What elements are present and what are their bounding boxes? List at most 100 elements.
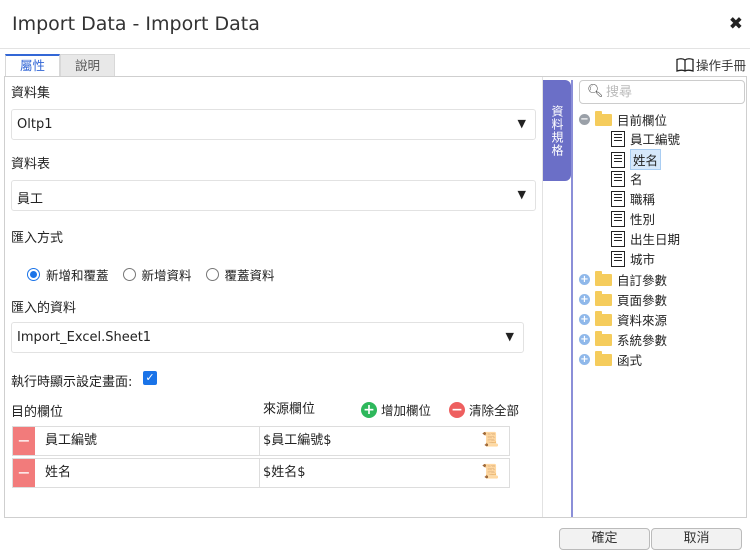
field-icon	[611, 151, 625, 168]
spec-panel-border	[571, 80, 573, 517]
manual-label: 操作手冊	[695, 58, 746, 73]
table-value: 員工	[17, 192, 44, 207]
tree-field-item[interactable]: 名	[611, 169, 643, 188]
tree-search-input[interactable]	[606, 83, 736, 101]
add-field-label: 增加欄位	[381, 403, 432, 418]
radio-label: 覆蓋資料	[224, 268, 275, 283]
tree-field-label: 城市	[630, 252, 656, 267]
clear-all-label: 清除全部	[469, 403, 520, 418]
plus-circle-icon: +	[361, 401, 377, 418]
radio-selected-icon	[27, 268, 40, 281]
import-mode-radios: 新增和覆蓋 新增資料 覆蓋資料	[27, 265, 275, 284]
source-field-cell[interactable]: $姓名$	[261, 459, 509, 487]
radio-unselected-icon	[122, 268, 136, 281]
expand-icon[interactable]: +	[579, 294, 590, 305]
tree-node-system-params[interactable]: + 系統參數	[579, 330, 667, 349]
table-row: − 員工編號 $員工編號$ 📜	[12, 426, 510, 456]
main-panel: 資料集 Oltp1 ▼ 資料表 員工 ▼ 匯入方式 新增和覆蓋 新增資料 覆蓋資…	[4, 76, 747, 518]
tree-field-label: 姓名	[630, 149, 662, 170]
expand-icon[interactable]: +	[579, 354, 590, 365]
tree-node-custom-params[interactable]: + 自訂參數	[579, 270, 667, 289]
tree-field-item[interactable]: 員工編號	[611, 129, 680, 148]
radio-add-and-overwrite[interactable]: 新增和覆蓋	[27, 265, 109, 284]
add-field-button[interactable]: + 增加欄位	[361, 400, 431, 419]
tree-field-item[interactable]: 城市	[611, 249, 655, 268]
expand-icon[interactable]: +	[579, 274, 590, 285]
field-icon	[611, 170, 625, 187]
tree-field-item-selected[interactable]: 姓名	[611, 149, 662, 170]
tree-node-data-source[interactable]: + 資料來源	[579, 310, 667, 329]
table-row: − 姓名 $姓名$ 📜	[12, 458, 510, 488]
import-data-value: Import_Excel.Sheet1	[17, 330, 152, 345]
tree-node-label: 頁面參數	[617, 293, 668, 308]
radio-overwrite-only[interactable]: 覆蓋資料	[205, 265, 275, 284]
import-data-label: 匯入的資料	[11, 301, 77, 316]
dataset-label: 資料集	[11, 86, 51, 101]
ok-button[interactable]: 確定	[559, 528, 650, 550]
source-field-cell[interactable]: $員工編號$	[261, 427, 509, 455]
dest-field-cell[interactable]: 員工編號	[35, 427, 260, 455]
field-icon	[611, 130, 625, 147]
tree-field-item[interactable]: 出生日期	[611, 229, 680, 248]
dest-field-cell[interactable]: 姓名	[35, 459, 260, 487]
field-icon	[611, 210, 625, 227]
tree-search-box[interactable]: 🔍︎	[579, 80, 745, 104]
dropdown-arrow-icon: ▼	[505, 330, 514, 343]
tab-description[interactable]: 說明	[60, 54, 115, 76]
folder-icon	[595, 330, 612, 346]
data-spec-tab[interactable]: 資料規格	[543, 80, 571, 181]
table-label: 資料表	[11, 157, 51, 172]
tree-field-label: 員工編號	[630, 132, 681, 147]
dropdown-arrow-icon: ▼	[517, 117, 526, 130]
tree-field-label: 名	[630, 172, 643, 187]
dataset-value: Oltp1	[17, 117, 53, 132]
tab-bar: 屬性 說明	[5, 54, 115, 76]
radio-label: 新增資料	[141, 268, 192, 283]
expand-icon[interactable]: +	[579, 314, 590, 325]
tree-node-page-params[interactable]: + 頁面參數	[579, 290, 667, 309]
tree-field-label: 性別	[630, 212, 656, 227]
folder-icon	[595, 350, 612, 366]
field-icon	[611, 250, 625, 267]
cancel-button[interactable]: 取消	[651, 528, 742, 550]
radio-unselected-icon	[205, 268, 219, 281]
collapse-icon[interactable]: −	[579, 114, 590, 125]
search-icon: 🔍︎	[587, 84, 604, 99]
tree-node-functions[interactable]: + 函式	[579, 350, 642, 369]
radio-add-only[interactable]: 新增資料	[122, 265, 192, 284]
table-select[interactable]: 員工 ▼	[11, 180, 536, 211]
minus-circle-icon: −	[449, 401, 465, 418]
tree-field-label: 職稱	[630, 192, 656, 207]
expand-icon[interactable]: +	[579, 334, 590, 345]
source-field-header: 來源欄位	[263, 402, 316, 417]
manual-link[interactable]: 操作手冊	[676, 55, 746, 74]
dataset-select[interactable]: Oltp1 ▼	[11, 109, 536, 140]
delete-row-button[interactable]: −	[13, 459, 35, 487]
import-data-select[interactable]: Import_Excel.Sheet1 ▼	[11, 322, 524, 353]
tree-field-label: 出生日期	[630, 232, 681, 247]
tree-node-label: 系統參數	[617, 333, 668, 348]
folder-icon	[595, 310, 612, 326]
radio-label: 新增和覆蓋	[46, 268, 109, 283]
folder-icon	[595, 110, 612, 126]
clear-all-button[interactable]: − 清除全部	[449, 400, 519, 419]
tree-node-label: 函式	[617, 353, 643, 368]
tree-node-current-fields[interactable]: − 目前欄位	[579, 110, 667, 129]
delete-row-button[interactable]: −	[13, 427, 35, 455]
dialog-title: Import Data - Import Data	[12, 13, 260, 35]
tree-node-label: 自訂參數	[617, 273, 668, 288]
tree-node-label: 資料來源	[617, 313, 668, 328]
script-icon[interactable]: 📜	[482, 432, 499, 448]
show-settings-checkbox[interactable]: ✓	[143, 371, 157, 385]
title-divider	[0, 48, 750, 49]
tab-properties[interactable]: 屬性	[5, 54, 60, 76]
close-icon[interactable]: ✖	[729, 14, 743, 34]
tree-field-item[interactable]: 性別	[611, 209, 655, 228]
import-mode-label: 匯入方式	[11, 231, 64, 246]
tree-field-item[interactable]: 職稱	[611, 189, 655, 208]
dest-field-header: 目的欄位	[11, 405, 64, 420]
folder-icon	[595, 270, 612, 286]
script-icon[interactable]: 📜	[482, 464, 499, 480]
folder-icon	[595, 290, 612, 306]
tree-node-label: 目前欄位	[617, 113, 668, 128]
